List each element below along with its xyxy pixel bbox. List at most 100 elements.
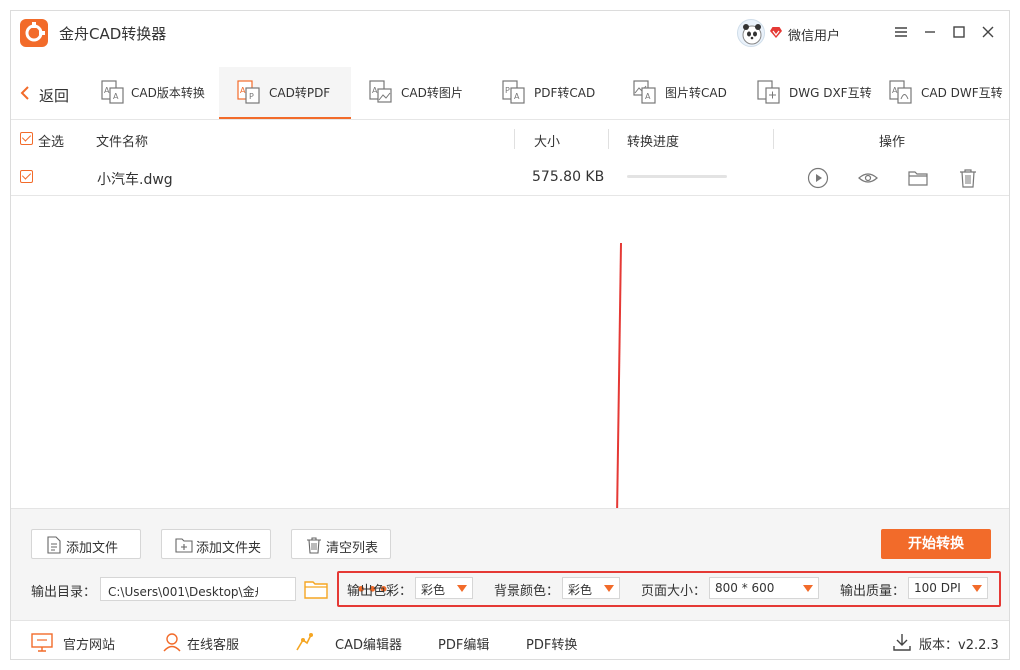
output-color-select[interactable]: 彩色 [415,577,473,599]
output-color-label: 输出色彩： [347,584,413,599]
row-checkbox[interactable] [20,170,33,183]
quality-label: 输出质量： [840,584,906,599]
download-icon [893,634,911,651]
monitor-icon [31,633,53,652]
version-info[interactable]: 版本：v2.2.3 [891,621,1001,659]
svg-text:A: A [514,92,520,101]
add-file-button[interactable]: 添加文件 [31,529,141,559]
add-folder-button[interactable]: 添加文件夹 [161,529,271,559]
clear-list-label: 清空列表 [326,541,379,556]
settings-panel: 添加文件 添加文件夹 清空列表 开始转换 输出目录： C:\Users\001\… [11,508,1009,620]
tab-label: CAD转PDF [269,86,331,100]
pdf-convert-label: PDF转换 [526,638,578,653]
bg-color-value: 彩色 [568,583,593,597]
file-size: 575.80 KB [532,169,605,185]
minimize-icon[interactable] [920,22,940,42]
table-row[interactable]: 小汽车.dwg 575.80 KB [11,158,1009,196]
output-dir-field[interactable]: C:\Users\001\Desktop\金舟 ••• [100,577,389,601]
tab-cad-version[interactable]: A A CAD版本转换 [97,67,217,119]
dropdown-arrow-icon [457,585,467,592]
tab-cad-dwf[interactable]: A CAD DWF互转 [887,67,1009,119]
back-label: 返回 [39,87,70,105]
output-dir-value: C:\Users\001\Desktop\金舟 [108,585,258,599]
tab-cad-to-pdf[interactable]: A P CAD转PDF [219,67,351,119]
menu-icon[interactable] [891,22,911,42]
col-actions-header: 操作 [879,135,906,150]
pdf-editor-link[interactable]: PDF编辑 [438,621,498,659]
footer-bar: 官方网站 在线客服 CAD编辑器 PDF编辑 PDF转换 版本：v2.2.3 [11,620,1009,659]
col-separator [514,129,515,149]
svg-text:A: A [372,86,378,95]
quality-value: 100 DPI [914,581,961,595]
preview-eye-icon[interactable] [857,167,879,189]
official-website-link[interactable]: 官方网站 [31,621,131,659]
output-color-value: 彩色 [421,583,446,597]
add-file-icon [47,536,61,554]
cad-version-icon: A A [101,80,124,104]
select-all-label[interactable]: 全选 [38,131,64,150]
clear-trash-icon [307,537,321,554]
svg-text:A: A [240,86,246,95]
user-name[interactable]: 微信用户 [788,25,840,44]
app-window: 金舟CAD转换器 微信用户 返回 A A CAD版本转换 A P CAD转PDF… [10,10,1010,660]
svg-text:P: P [249,92,254,101]
col-separator [773,129,774,149]
cad-editor-link[interactable]: CAD编辑器 [293,621,408,659]
col-separator [608,129,609,149]
user-avatar[interactable] [737,19,765,47]
tab-label: PDF转CAD [534,86,596,100]
file-name: 小汽车.dwg [97,172,173,188]
title-bar: 金舟CAD转换器 微信用户 [11,11,1009,55]
svg-text:A: A [892,86,898,95]
online-service-link[interactable]: 在线客服 [161,621,261,659]
dropdown-arrow-icon [972,585,982,592]
svg-text:A: A [113,92,119,101]
tab-image-to-cad[interactable]: A 图片转CAD [631,67,741,119]
service-label: 在线客服 [187,638,240,653]
output-dir-label: 输出目录： [31,585,97,600]
add-folder-icon [175,538,193,553]
start-convert-button[interactable]: 开始转换 [881,529,991,559]
version-label: 版本：v2.2.3 [919,638,999,653]
bg-color-label: 背景颜色： [494,584,560,599]
panda-avatar-icon [742,24,762,45]
select-all-checkbox[interactable] [20,132,33,145]
page-size-select[interactable]: 800 * 600 [709,577,819,599]
maximize-icon[interactable] [949,22,969,42]
dropdown-arrow-icon [604,585,614,592]
col-size-header: 大小 [534,135,561,150]
quality-select[interactable]: 100 DPI [908,577,988,599]
col-name-header: 文件名称 [96,135,149,150]
tab-label: DWG DXF互转 [789,86,872,100]
pdf-editor-label: PDF编辑 [438,638,490,653]
file-table-header: 全选 文件名称 大小 转换进度 操作 [11,120,1009,158]
pdf-convert-link[interactable]: PDF转换 [526,621,586,659]
cad-editor-label: CAD编辑器 [335,638,402,653]
dwg-dxf-icon [757,80,780,104]
bg-color-select[interactable]: 彩色 [562,577,620,599]
svg-text:P: P [505,86,510,95]
app-title: 金舟CAD转换器 [59,25,167,43]
customer-service-icon [163,633,181,652]
tab-dwg-dxf[interactable]: DWG DXF互转 [755,67,879,119]
tab-cad-to-image[interactable]: A CAD转图片 [367,67,477,119]
close-icon[interactable] [978,22,998,42]
browse-folder-icon[interactable] [304,577,328,601]
conversion-progress-bar [627,175,727,178]
back-button[interactable]: 返回 [17,81,77,105]
clear-list-button[interactable]: 清空列表 [291,529,391,559]
play-icon[interactable] [807,167,829,189]
cad-to-image-icon: A [369,80,392,103]
cad-to-pdf-icon: A P [237,80,260,104]
chevron-left-icon [20,86,29,100]
tab-pdf-to-cad[interactable]: P A PDF转CAD [500,67,610,119]
open-folder-icon[interactable] [907,167,929,189]
delete-trash-icon[interactable] [957,167,979,189]
cad-dwf-icon: A [889,80,912,104]
page-size-value: 800 * 600 [715,581,775,595]
website-label: 官方网站 [63,638,116,653]
page-size-label: 页面大小： [641,584,707,599]
dropdown-arrow-icon [803,585,813,592]
tool-tabs: 返回 A A CAD版本转换 A P CAD转PDF A CAD转图片 P A … [11,67,1009,119]
app-logo-icon [20,19,48,47]
